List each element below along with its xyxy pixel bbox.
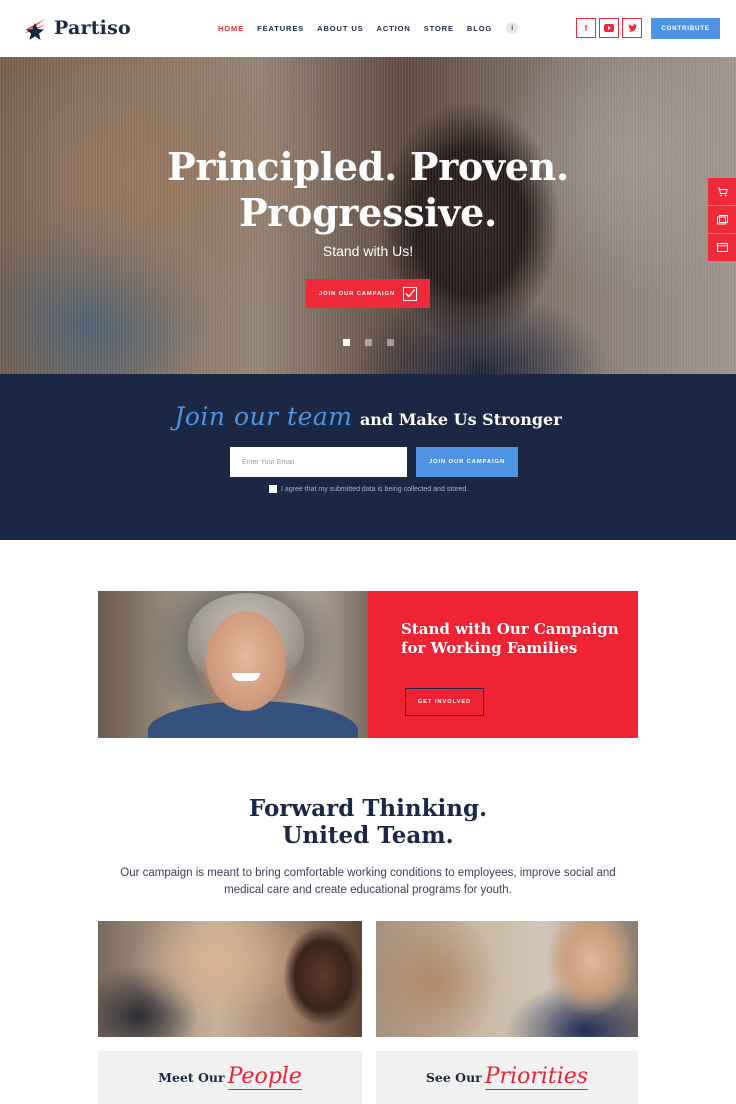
tile-label-serif: See Our bbox=[425, 1070, 482, 1085]
priorities-photo[interactable] bbox=[376, 921, 638, 1037]
hero-title-line-1: Principled. Proven. bbox=[167, 144, 569, 189]
site-header: Partiso HOME FEATURES ABOUT US ACTION ST… bbox=[0, 0, 736, 57]
hero-slider: Principled. Proven. Progressive. Stand w… bbox=[0, 57, 736, 374]
tile-label-serif: Meet Our bbox=[158, 1070, 225, 1085]
photo-shape bbox=[232, 673, 260, 681]
cart-icon[interactable] bbox=[708, 178, 736, 205]
get-involved-button[interactable]: GET INVOLVED bbox=[405, 688, 484, 716]
consent-checkbox-row[interactable]: I agree that my submitted data is being … bbox=[269, 485, 468, 493]
people-photo[interactable] bbox=[98, 921, 362, 1037]
forward-title-line-2: United Team. bbox=[282, 822, 454, 849]
gallery-icon[interactable] bbox=[708, 206, 736, 233]
logo[interactable]: Partiso bbox=[22, 14, 131, 42]
forward-description: Our campaign is meant to bring comfortab… bbox=[120, 867, 616, 896]
join-script-text: Join our team bbox=[174, 402, 353, 431]
campaign-title: Stand with Our Campaign for Working Fami… bbox=[401, 620, 619, 657]
nav-about-us[interactable]: ABOUT US bbox=[317, 24, 363, 33]
logo-text: Partiso bbox=[54, 17, 131, 39]
social-links: f bbox=[576, 18, 642, 38]
join-heading: Join our team and Make Us Stronger bbox=[0, 402, 736, 431]
campaign-photo bbox=[98, 591, 368, 738]
youtube-icon[interactable] bbox=[599, 18, 619, 38]
slider-dot[interactable] bbox=[343, 339, 350, 346]
facebook-icon[interactable]: f bbox=[576, 18, 596, 38]
consent-label: I agree that my submitted data is being … bbox=[281, 485, 469, 493]
join-campaign-label: JOIN OUR CAMPAIGN bbox=[318, 290, 396, 297]
forward-thinking-title: Forward Thinking. United Team. bbox=[0, 795, 736, 849]
consent-checkbox[interactable] bbox=[269, 485, 277, 493]
photo-shape bbox=[206, 611, 286, 711]
checkmark-icon bbox=[403, 286, 418, 301]
join-serif-text: and Make Us Stronger bbox=[359, 410, 562, 429]
tile-label-script: People bbox=[227, 1064, 302, 1090]
twitter-icon[interactable] bbox=[622, 18, 642, 38]
nav-store[interactable]: STORE bbox=[424, 24, 454, 33]
info-icon[interactable]: i bbox=[506, 22, 519, 34]
browser-icon[interactable] bbox=[708, 234, 736, 261]
join-campaign-submit-button[interactable]: JOIN OUR CAMPAIGN bbox=[416, 447, 518, 477]
hero-content: Principled. Proven. Progressive. Stand w… bbox=[0, 57, 736, 308]
hero-subtitle: Stand with Us! bbox=[322, 243, 414, 259]
slider-dots bbox=[343, 339, 394, 346]
main-nav: HOME FEATURES ABOUT US ACTION STORE BLOG… bbox=[218, 22, 519, 34]
nav-features[interactable]: FEATURES bbox=[257, 24, 304, 33]
slider-dot[interactable] bbox=[365, 339, 372, 346]
nav-action[interactable]: ACTION bbox=[377, 24, 411, 33]
hero-title-line-2: Progressive. bbox=[239, 190, 497, 235]
join-team-section: Join our team and Make Us Stronger JOIN … bbox=[0, 374, 736, 540]
contribute-button[interactable]: CONTRIBUTE bbox=[651, 18, 720, 39]
meet-our-people-link[interactable]: Meet Our People bbox=[98, 1051, 362, 1104]
nav-blog[interactable]: BLOG bbox=[467, 24, 492, 33]
nav-home[interactable]: HOME bbox=[218, 24, 244, 33]
hero-title: Principled. Proven. Progressive. bbox=[0, 144, 736, 236]
see-our-priorities-link[interactable]: See Our Priorities bbox=[376, 1051, 638, 1104]
join-campaign-button[interactable]: JOIN OUR CAMPAIGN bbox=[306, 279, 430, 308]
tile-label-script: Priorities bbox=[484, 1064, 589, 1090]
side-toolbar bbox=[708, 178, 736, 262]
star-logo-icon bbox=[24, 19, 46, 40]
campaign-card: Stand with Our Campaign for Working Fami… bbox=[368, 591, 638, 738]
forward-title-line-1: Forward Thinking. bbox=[248, 795, 488, 822]
email-field[interactable] bbox=[230, 447, 407, 477]
slider-dot[interactable] bbox=[387, 339, 394, 346]
